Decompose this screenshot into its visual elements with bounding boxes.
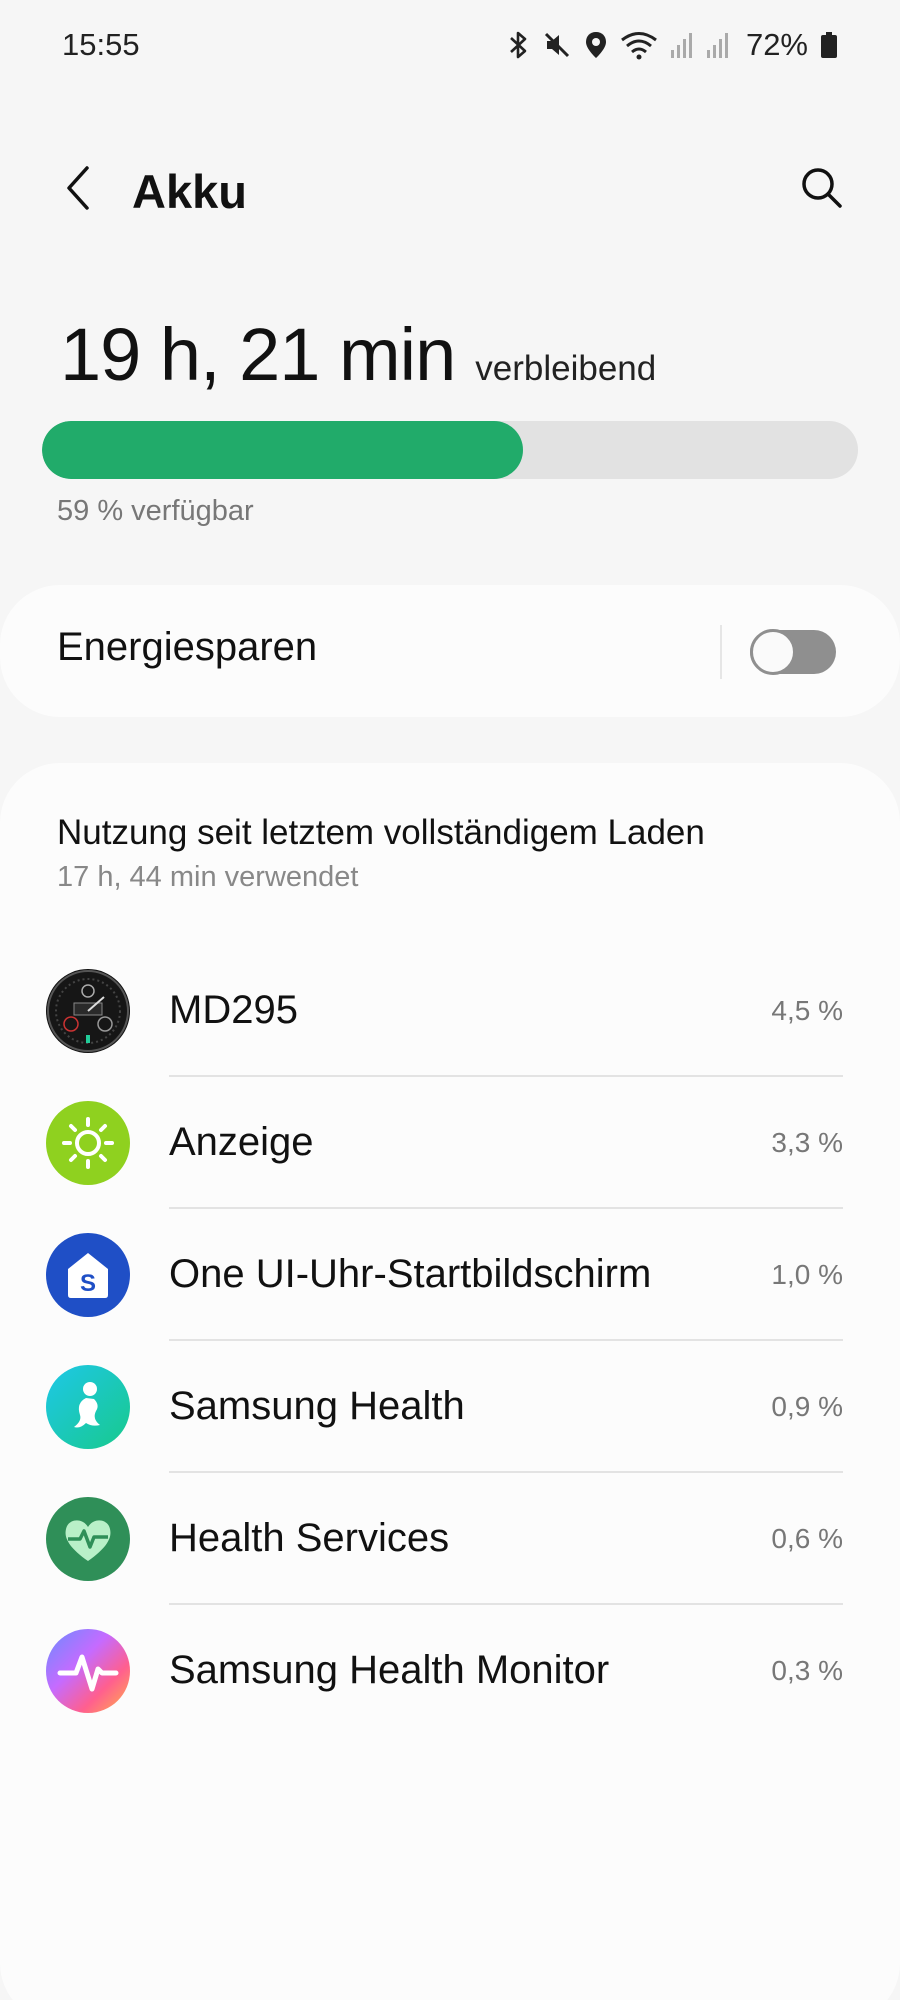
remaining-time-block: 19 h, 21 min verbleibend <box>60 312 656 397</box>
signal-icon-2 <box>706 30 730 60</box>
app-usage-value: 0,9 % <box>771 1391 843 1422</box>
list-item-samsung-health-monitor[interactable]: Samsung Health Monitor 0,3 % <box>0 1605 900 1737</box>
divider <box>720 625 722 679</box>
app-usage-value: 0,3 % <box>771 1655 843 1686</box>
battery-icon <box>820 30 838 60</box>
back-button[interactable] <box>48 160 108 220</box>
chevron-left-icon <box>63 164 93 217</box>
list-item-samsung-health[interactable]: Samsung Health 0,9 % <box>0 1341 900 1473</box>
samsung-health-icon <box>46 1365 130 1449</box>
app-usage-value: 0,6 % <box>771 1523 843 1554</box>
svg-text:S: S <box>80 1270 96 1297</box>
remaining-time: 19 h, 21 min <box>60 313 456 396</box>
list-item-md295[interactable]: MD295 4,5 % <box>0 945 900 1077</box>
mute-icon <box>542 30 572 60</box>
wifi-icon <box>620 30 658 60</box>
battery-available-text: 59 % verfügbar <box>57 495 254 527</box>
health-monitor-icon <box>46 1629 130 1713</box>
battery-level-bar <box>42 421 858 479</box>
watchface-icon <box>46 969 130 1053</box>
power-saving-card[interactable]: Energiesparen <box>0 585 900 717</box>
app-usage-list: MD295 4,5 % Anzeige 3,3 % S One UI-Uhr-S… <box>0 945 900 1737</box>
location-icon <box>584 30 608 60</box>
usage-card: Nutzung seit letztem vollständigem Laden… <box>0 763 900 2000</box>
app-usage-value: 4,5 % <box>771 995 843 1026</box>
search-button[interactable] <box>792 160 852 220</box>
battery-level-fill <box>42 421 524 479</box>
usage-subtitle: 17 h, 44 min verwendet <box>57 861 359 893</box>
app-name: Samsung Health <box>169 1384 465 1428</box>
power-saving-label: Energiesparen <box>57 625 318 669</box>
app-name: Samsung Health Monitor <box>169 1648 610 1692</box>
usage-title: Nutzung seit letztem vollständigem Laden <box>57 813 705 852</box>
heart-pulse-icon <box>46 1497 130 1581</box>
app-name: MD295 <box>169 988 298 1032</box>
signal-icon-1 <box>670 30 694 60</box>
status-time: 15:55 <box>62 27 140 62</box>
brightness-icon <box>46 1101 130 1185</box>
status-bar: 15:55 72% <box>0 0 900 90</box>
app-name: One UI-Uhr-Startbildschirm <box>169 1252 652 1296</box>
app-usage-value: 3,3 % <box>771 1127 843 1158</box>
page-title: Akku <box>132 165 247 218</box>
remaining-label: verbleibend <box>475 349 657 388</box>
app-name: Health Services <box>169 1516 450 1560</box>
app-usage-value: 1,0 % <box>771 1259 843 1290</box>
list-item-one-ui-watch-home[interactable]: S One UI-Uhr-Startbildschirm 1,0 % <box>0 1209 900 1341</box>
battery-percent: 72% <box>745 27 808 62</box>
status-icons: 72% <box>508 27 838 63</box>
home-icon: S <box>46 1233 130 1317</box>
list-item-health-services[interactable]: Health Services 0,6 % <box>0 1473 900 1605</box>
power-saving-toggle[interactable] <box>750 629 836 675</box>
app-name: Anzeige <box>169 1120 314 1164</box>
toggle-knob <box>750 629 796 675</box>
bluetooth-icon <box>508 30 530 60</box>
search-icon <box>800 166 844 215</box>
app-header: Akku <box>0 150 900 230</box>
list-item-anzeige[interactable]: Anzeige 3,3 % <box>0 1077 900 1209</box>
